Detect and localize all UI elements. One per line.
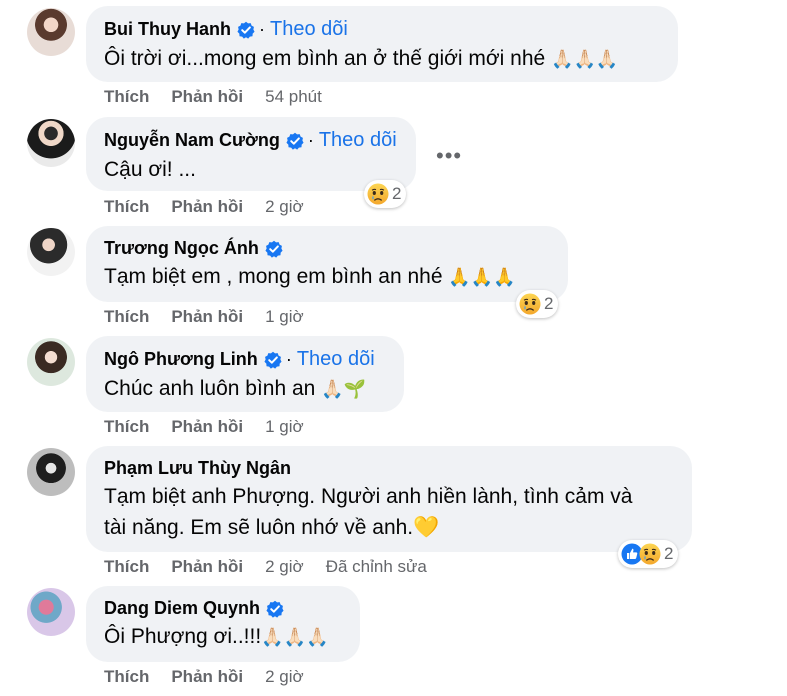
like-button[interactable]: Thích: [104, 87, 149, 107]
comment-timestamp[interactable]: 1 giờ: [265, 307, 304, 327]
commenter-name[interactable]: Ngô Phương Linh: [104, 349, 258, 370]
reaction-count: 2: [544, 294, 554, 313]
comment-emoji: 🙏🏻🙏🏻🙏🏻: [261, 627, 329, 647]
comment-bubble: Trương Ngọc Ánh Tạm biệt em , mong em bì…: [86, 226, 568, 302]
comment-bubble: Dang Diem Quynh Ôi Phượng ơi..!!!🙏🏻🙏🏻🙏🏻: [86, 586, 360, 662]
reaction-summary[interactable]: 2: [618, 540, 679, 568]
reply-button[interactable]: Phản hồi: [171, 417, 243, 437]
sad-reaction-icon: [639, 543, 661, 565]
comment-text: Cậu ơi! ...: [104, 158, 196, 181]
comment-timestamp[interactable]: 2 giờ: [265, 197, 304, 217]
verified-badge-icon: [266, 600, 284, 618]
avatar[interactable]: [27, 228, 75, 276]
verified-badge-icon: [286, 132, 304, 150]
reply-button[interactable]: Phản hồi: [171, 87, 243, 107]
separator-dot: ·: [285, 349, 292, 369]
comment-emoji: 💛: [413, 516, 440, 539]
follow-link[interactable]: Theo dõi: [319, 129, 397, 152]
comment-emoji: 🙏🏻🌱: [321, 379, 367, 399]
separator-dot: ·: [307, 130, 314, 150]
like-button[interactable]: Thích: [104, 307, 149, 327]
comment-timestamp[interactable]: 2 giờ: [265, 667, 304, 687]
commenter-name[interactable]: Nguyễn Nam Cường: [104, 130, 280, 151]
comment-emoji: 🙏🙏🙏: [448, 267, 516, 287]
avatar[interactable]: [27, 588, 75, 636]
edited-label[interactable]: Đã chỉnh sửa: [326, 557, 427, 577]
verified-badge-icon: [264, 351, 282, 369]
comment-text: Ôi trời ơi...mong em bình an ở thế giới …: [104, 47, 619, 70]
verified-badge-icon: [265, 240, 283, 258]
comment-timestamp[interactable]: 2 giờ: [265, 557, 304, 577]
follow-link[interactable]: Theo dõi: [297, 348, 375, 371]
reply-button[interactable]: Phản hồi: [171, 197, 243, 217]
comment-text: Tạm biệt em , mong em bình an nhé 🙏🙏🙏: [104, 265, 516, 288]
reaction-count: 2: [664, 544, 674, 563]
comment-bubble: Ngô Phương Linh · Theo dõi Chúc anh luôn…: [86, 336, 404, 412]
comment-text: Chúc anh luôn bình an 🙏🏻🌱: [104, 377, 367, 400]
avatar[interactable]: [27, 8, 75, 56]
follow-link[interactable]: Theo dõi: [270, 18, 348, 41]
reply-button[interactable]: Phản hồi: [171, 667, 243, 687]
comment-timestamp[interactable]: 1 giờ: [265, 417, 304, 437]
commenter-name[interactable]: Bui Thuy Hanh: [104, 19, 231, 40]
comment-bubble: Bui Thuy Hanh · Theo dõi Ôi trời ơi...mo…: [86, 6, 678, 82]
reaction-summary[interactable]: 2: [364, 180, 407, 208]
sad-reaction-icon: [367, 183, 389, 205]
separator-dot: ·: [259, 19, 265, 39]
reply-button[interactable]: Phản hồi: [171, 307, 243, 327]
like-button[interactable]: Thích: [104, 197, 149, 217]
comment-text: Ôi Phượng ơi..!!!🙏🏻🙏🏻🙏🏻: [104, 625, 329, 648]
avatar[interactable]: [27, 119, 75, 167]
avatar[interactable]: [27, 448, 75, 496]
reply-button[interactable]: Phản hồi: [171, 557, 243, 577]
comment-text: Tạm biệt anh Phượng. Người anh hiền lành…: [104, 485, 633, 539]
comment-bubble: Phạm Lưu Thùy Ngân Tạm biệt anh Phượng. …: [86, 446, 692, 552]
sad-reaction-icon: [519, 293, 541, 315]
commenter-name[interactable]: Phạm Lưu Thùy Ngân: [104, 458, 291, 479]
comment-timestamp[interactable]: 54 phút: [265, 87, 322, 107]
reaction-count: 2: [392, 184, 402, 203]
commenter-name[interactable]: Trương Ngọc Ánh: [104, 238, 259, 259]
comment-emoji: 🙏🏻🙏🏻🙏🏻: [551, 49, 619, 69]
more-options-icon[interactable]: •••: [436, 143, 462, 169]
commenter-name[interactable]: Dang Diem Quynh: [104, 598, 260, 619]
like-button[interactable]: Thích: [104, 417, 149, 437]
avatar[interactable]: [27, 338, 75, 386]
like-button[interactable]: Thích: [104, 557, 149, 577]
like-button[interactable]: Thích: [104, 667, 149, 687]
reaction-summary[interactable]: 2: [516, 290, 559, 318]
comment-bubble: Nguyễn Nam Cường · Theo dõi Cậu ơi! ...: [86, 117, 416, 191]
verified-badge-icon: [237, 21, 255, 39]
